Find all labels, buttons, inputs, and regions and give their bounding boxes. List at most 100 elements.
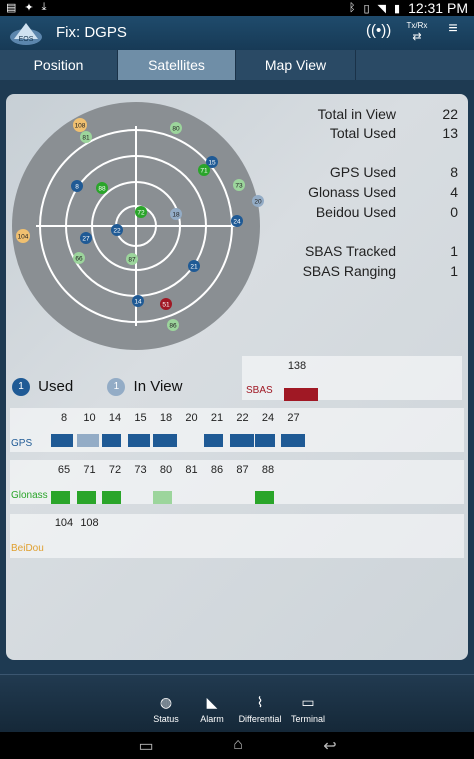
stat-label: Total Used: [329, 125, 396, 141]
nav-differential[interactable]: ⌇ Differential: [235, 693, 285, 724]
overflow-menu-icon[interactable]: ≡: [444, 20, 462, 38]
app-logo[interactable]: EOS: [8, 19, 44, 47]
stat-gps-used: GPS Used 8: [266, 164, 462, 182]
txrx-icon[interactable]: Tx/Rx ⇄: [404, 21, 430, 43]
glonass-prn-label: 71: [83, 464, 96, 476]
glonass-label: Glonass: [11, 490, 48, 501]
legend-used-badge: 1: [12, 378, 30, 397]
gps-signal-bar: [153, 434, 177, 447]
gps-prn-label: 22: [236, 412, 249, 424]
gps-signal-bar: [229, 434, 254, 447]
gps-prn-label: 21: [210, 412, 224, 424]
satellite-prn-label: 14: [134, 299, 142, 306]
satellite-prn-label: 71: [200, 168, 208, 175]
glonass-signal-bar: [51, 491, 70, 504]
stat-value: 13: [442, 125, 458, 141]
gps-signal-bar: [127, 434, 150, 447]
satellite-prn-label: 86: [169, 323, 177, 330]
satellite-icon: ✦: [24, 2, 34, 14]
recent-apps-icon[interactable]: ▭: [126, 736, 166, 756]
bottom-nav: ◍ Status ◣ Alarm ⌇ Differential ▭ Termin…: [0, 674, 474, 732]
satellite-prn-label: 88: [98, 186, 106, 193]
status-bar: ▤ ✦ ⤓ ᛒ ▯ ◥ ▮ 12:31 PM: [0, 0, 474, 16]
nav-terminal[interactable]: ▭ Terminal: [283, 693, 333, 724]
sky-satellite-108: 108: [73, 118, 87, 132]
glonass-prn-label: 72: [108, 464, 122, 476]
sky-satellite-87: 87: [126, 253, 138, 265]
sky-satellite-27: 27: [80, 232, 92, 244]
differential-icon: ⌇: [256, 694, 264, 710]
satellite-prn-label: 27: [82, 236, 90, 243]
sky-satellite-104: 104: [16, 229, 30, 243]
gps-signal-bar: [255, 434, 275, 447]
stat-glonass-used: Glonass Used 4: [266, 184, 462, 202]
action-bar: EOS Fix: DGPS ((•)) Tx/Rx ⇄ ≡: [0, 16, 474, 50]
home-icon[interactable]: ⌂: [218, 736, 258, 754]
gps-prn-label: 15: [134, 412, 147, 424]
stat-sbas-ranging: SBAS Ranging 1: [266, 263, 462, 281]
stat-label: GPS Used: [329, 164, 396, 180]
signal-icon[interactable]: ((•)): [366, 22, 391, 39]
gps-signal-bar: [204, 434, 223, 447]
sky-satellite-66: 66: [73, 252, 85, 264]
nav-status[interactable]: ◍ Status: [141, 693, 191, 724]
glonass-prn-label: 80: [159, 464, 173, 476]
fix-status-title: Fix: DGPS: [56, 24, 127, 41]
glonass-prn-label: 65: [57, 464, 71, 476]
legend-used-label: Used: [38, 378, 74, 395]
terminal-icon: ▭: [301, 694, 315, 710]
sky-plot: 1088180157173208 8872 1824104 272266 872114 5…: [12, 102, 264, 350]
glonass-prn-label: 87: [236, 464, 249, 476]
satellite-prn-label: 72: [137, 210, 145, 217]
satellite-prn-label: 66: [75, 256, 83, 263]
beidou-prn-label: 108: [80, 517, 99, 529]
nav-label: Status: [153, 714, 179, 724]
sky-satellite-20: 20: [252, 195, 264, 207]
stat-value: 1: [450, 263, 458, 279]
stat-value: 22: [442, 106, 458, 122]
tab-satellites[interactable]: Satellites: [118, 50, 236, 80]
sbas-signal-band: [242, 356, 462, 400]
tab-bar-filler: [356, 50, 474, 80]
tab-map-view[interactable]: Map View: [236, 50, 356, 80]
satellite-prn-label: 73: [235, 183, 243, 190]
legend: 1 Used 1 In View: [12, 378, 182, 397]
notification-icon: ▤: [6, 2, 17, 14]
satellite-prn-label: 20: [254, 199, 262, 206]
satellites-panel: 108 81 80 15 71 73 20 8 88 72 18 24 104 27 22 66 87 21 14 5…: [6, 94, 468, 660]
stat-total-used: Total Used 13: [266, 125, 462, 143]
alarm-icon: ◣: [206, 694, 218, 710]
legend-inview-badge: 1: [107, 378, 126, 397]
glonass-signal-bar: [153, 491, 172, 504]
vibrate-icon: ▯: [363, 2, 370, 15]
nav-alarm[interactable]: ◣ Alarm: [187, 693, 237, 724]
battery-icon: ▮: [394, 2, 401, 15]
sky-satellite-14: 14: [132, 295, 144, 307]
system-nav-bar: ▭ ⌂ ↩: [0, 732, 474, 759]
tab-position[interactable]: Position: [0, 50, 118, 80]
satellite-prn-label: 80: [172, 126, 180, 133]
tab-label: Map View: [264, 57, 327, 73]
glonass-prn-label: 88: [261, 464, 275, 476]
glonass-prn-label: 81: [185, 464, 198, 476]
gps-signal-bar: [51, 434, 73, 447]
sky-satellite-73: 73: [233, 179, 245, 191]
glonass-prn-label: 73: [134, 464, 147, 476]
tab-bar: Position Satellites Map View: [0, 50, 474, 80]
stat-sbas-tracked: SBAS Tracked 1: [266, 243, 462, 261]
satellite-prn-label: 21: [190, 264, 198, 271]
gps-prn-label: 20: [185, 412, 198, 424]
sky-satellite-8: 8: [71, 180, 83, 192]
wifi-icon: ◥: [377, 2, 386, 15]
gps-signal-bar: [102, 434, 121, 447]
satellite-prn-label: 51: [162, 302, 170, 309]
clock: 12:31 PM: [408, 0, 468, 16]
gps-signal-bar: [76, 434, 99, 447]
back-icon[interactable]: ↩: [310, 736, 350, 756]
glonass-prn-label: 86: [210, 464, 224, 476]
beidou-label: BeiDou: [11, 543, 44, 554]
sbas-prn-label: 138: [287, 360, 307, 372]
satellite-prn-label: 22: [113, 228, 121, 235]
stat-label: SBAS Ranging: [302, 263, 396, 279]
satellite-prn-label: 81: [82, 135, 90, 142]
